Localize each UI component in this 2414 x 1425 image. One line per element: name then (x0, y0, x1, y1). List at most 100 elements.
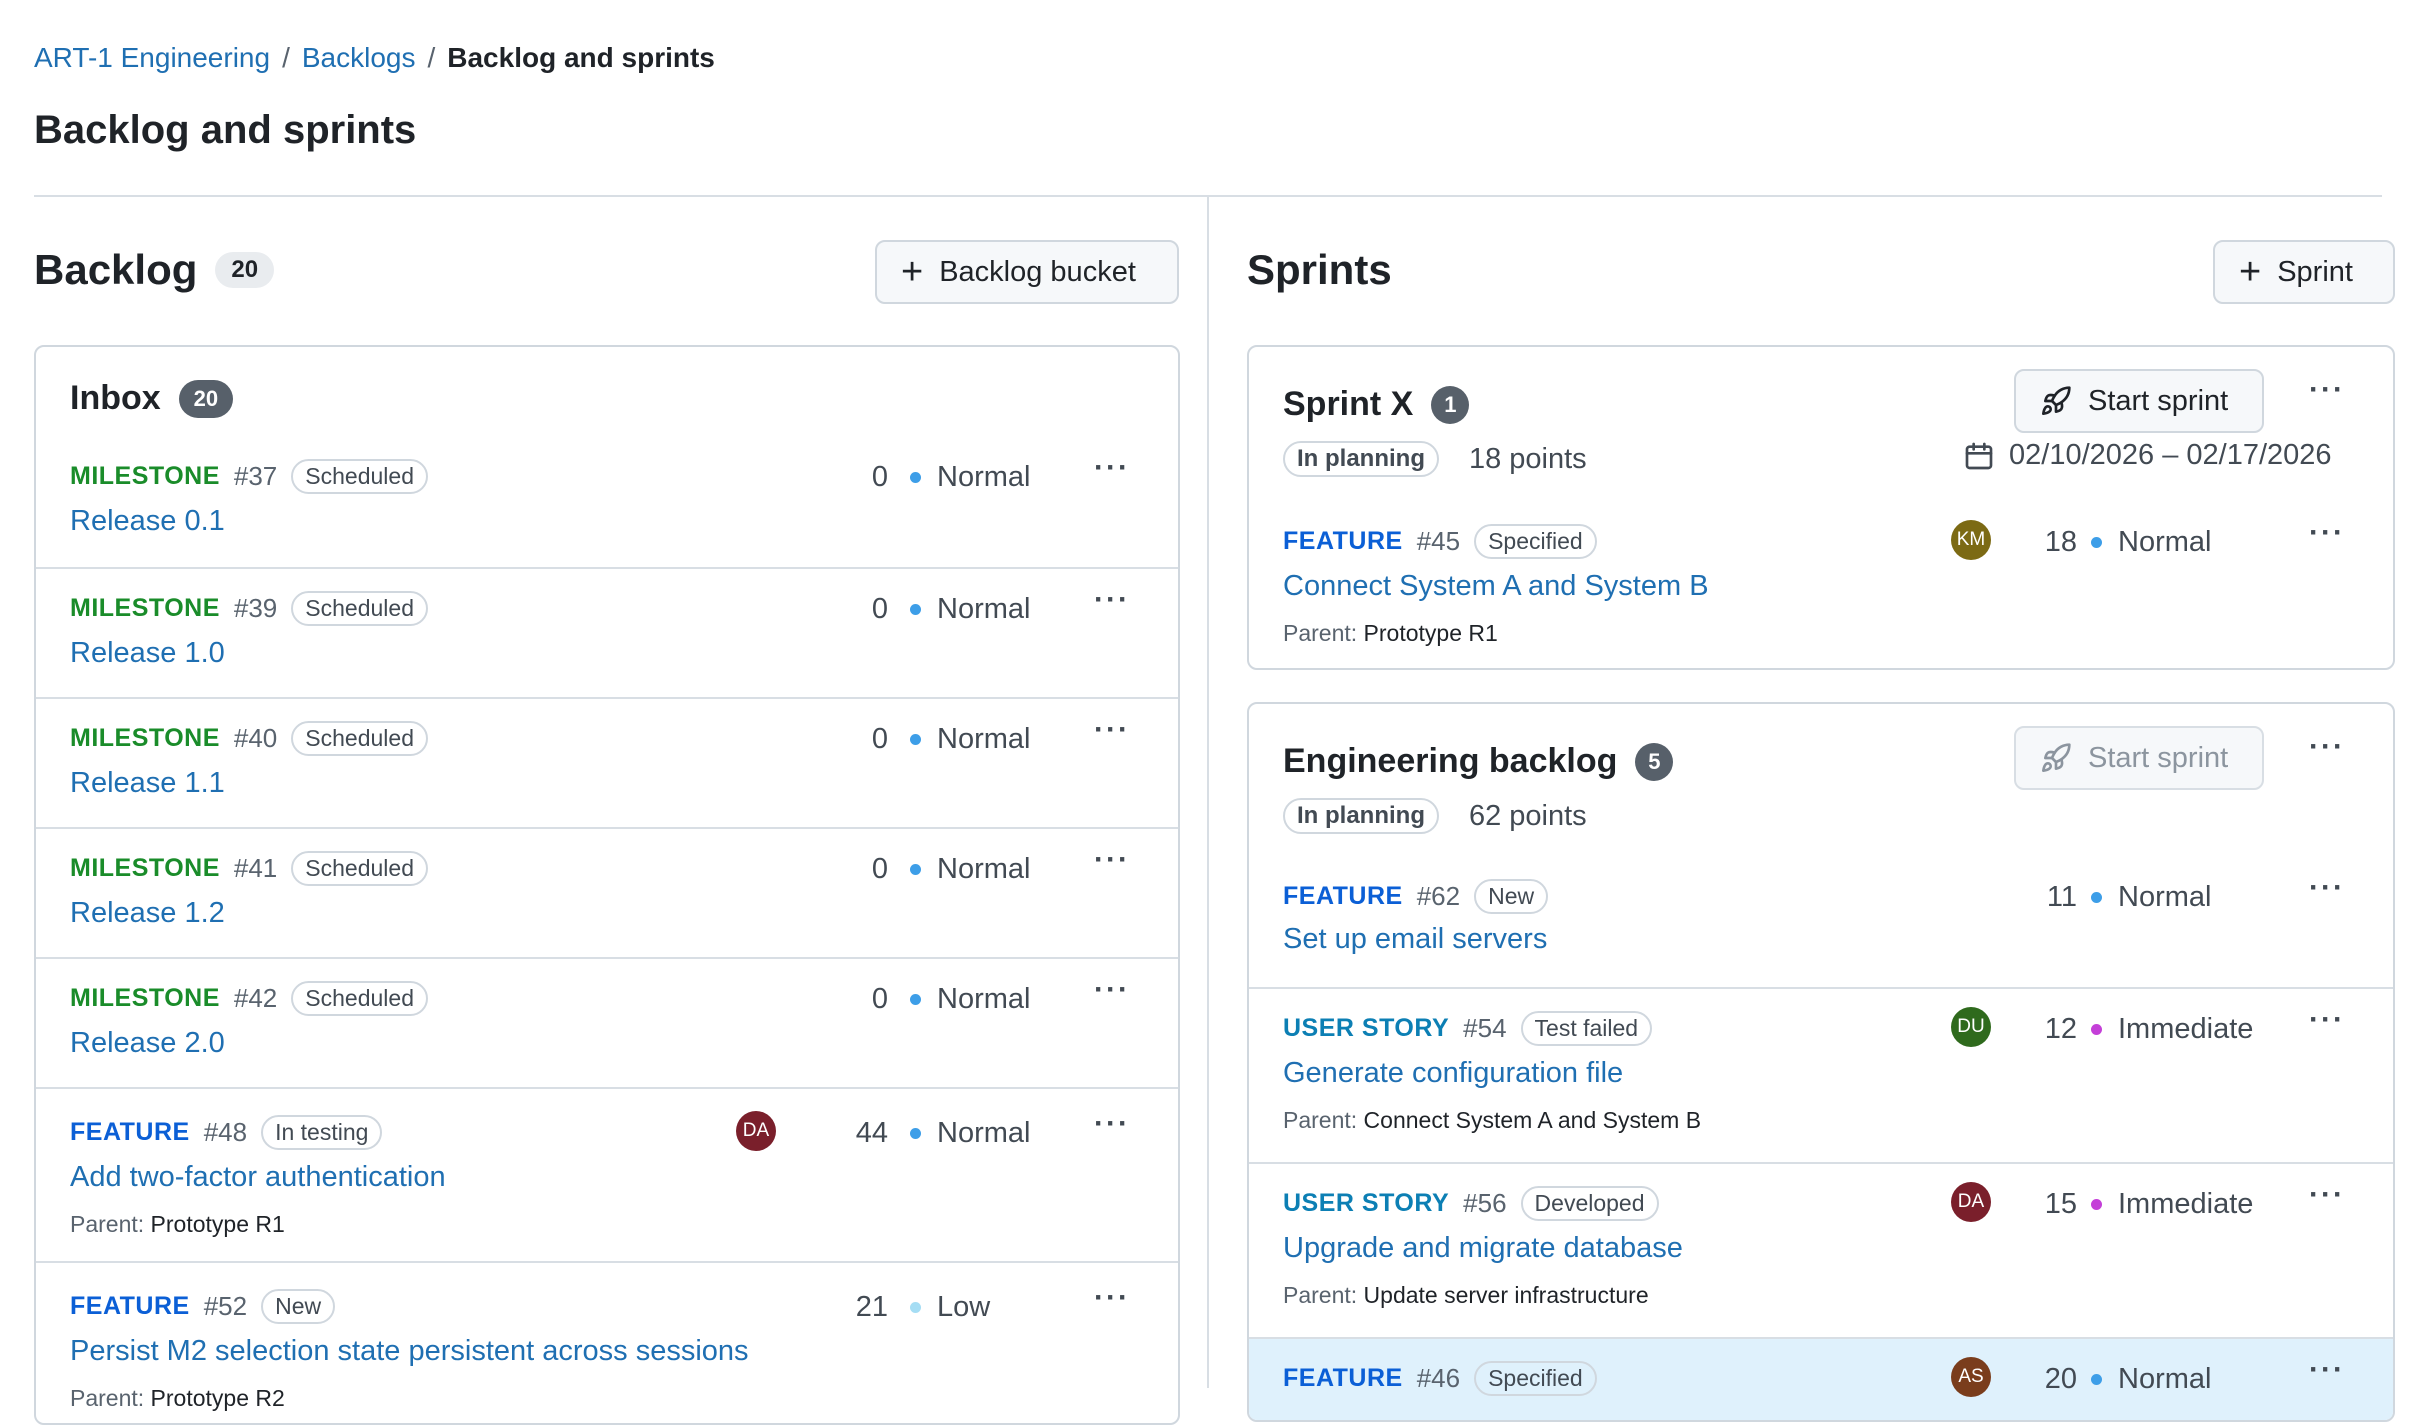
kebab-icon[interactable]: ··· (2309, 1003, 2345, 1037)
sprint-item-row[interactable]: USER STORY #54 Test failed Generate conf… (1249, 987, 2393, 1162)
parent-reference: Parent: Update server infrastructure (1283, 1282, 1649, 1309)
parent-name[interactable]: Prototype R1 (1364, 620, 1498, 646)
status-badge[interactable]: Scheduled (291, 459, 428, 494)
kebab-icon[interactable]: ··· (1094, 1107, 1130, 1141)
status-badge[interactable]: Specified (1474, 524, 1597, 559)
status-badge[interactable]: New (261, 1289, 336, 1324)
priority-label: Immediate (2118, 1188, 2254, 1220)
sprint-name: Sprint X (1283, 385, 1414, 423)
item-title-link[interactable]: Release 0.1 (70, 505, 225, 538)
rocket-icon (2042, 386, 2071, 415)
type-label: FEATURE (70, 1292, 190, 1320)
kebab-icon[interactable]: ··· (2309, 871, 2345, 905)
kebab-icon[interactable]: ··· (1094, 973, 1130, 1007)
item-title-link[interactable]: Upgrade and migrate database (1283, 1232, 1683, 1265)
kebab-icon[interactable]: ··· (1094, 583, 1130, 617)
priority-dot (2091, 537, 2102, 548)
status-badge[interactable]: Specified (1474, 1361, 1597, 1396)
item-title-link[interactable]: Persist M2 selection state persistent ac… (70, 1335, 749, 1368)
kebab-icon[interactable]: ··· (1094, 1281, 1130, 1315)
priority-label: Normal (2118, 1363, 2212, 1395)
sprint-item-row[interactable]: USER STORY #56 Developed Upgrade and mig… (1249, 1162, 2393, 1337)
sprint-points: 62 points (1468, 799, 1587, 832)
work-item-meta: MILESTONE #39 Scheduled (70, 591, 428, 626)
backlog-row[interactable]: MILESTONE #40 Scheduled Release 1.1 0 No… (36, 697, 1178, 827)
backlog-row[interactable]: FEATURE #48 In testing Add two-factor au… (36, 1087, 1178, 1261)
add-backlog-bucket-button[interactable]: + Backlog bucket (875, 240, 1179, 304)
add-sprint-button[interactable]: + Sprint (2213, 240, 2395, 304)
priority: Normal (910, 593, 1030, 626)
kebab-icon[interactable]: ··· (1094, 843, 1130, 877)
item-number: #45 (1416, 526, 1461, 556)
sprint-count-badge: 5 (1635, 742, 1674, 781)
status-badge[interactable]: In testing (261, 1115, 383, 1150)
item-title-link[interactable]: Release 2.0 (70, 1027, 225, 1060)
status-badge[interactable]: Developed (1520, 1186, 1659, 1221)
backlog-row[interactable]: MILESTONE #39 Scheduled Release 1.0 0 No… (36, 567, 1178, 697)
sprint-dates: 02/10/2026 – 02/17/2026 (2009, 439, 2332, 471)
start-sprint-button[interactable]: Start sprint (2014, 369, 2264, 433)
calendar-icon (1965, 442, 1993, 469)
kebab-icon[interactable]: ··· (2309, 1178, 2345, 1212)
parent-label: Parent: (70, 1385, 145, 1411)
item-title-link[interactable]: Release 1.1 (70, 767, 225, 800)
breadcrumb-link-backlogs[interactable]: Backlogs (302, 42, 416, 74)
avatar[interactable]: DA (1951, 1182, 1991, 1222)
sprint-panel: Sprint X 1 In planning 18 points Start s… (1247, 345, 2395, 670)
backlog-row[interactable]: MILESTONE #37 Scheduled Release 0.1 0 No… (36, 437, 1178, 567)
type-label: USER STORY (1283, 1014, 1450, 1042)
status-badge[interactable]: Test failed (1520, 1011, 1653, 1046)
parent-name[interactable]: Prototype R2 (151, 1385, 285, 1411)
parent-reference: Parent: Prototype R1 (70, 1211, 285, 1238)
work-item-meta: USER STORY #56 Developed (1283, 1186, 1659, 1221)
priority-dot (2091, 892, 2102, 903)
backlog-title: Backlog (34, 246, 198, 293)
parent-reference: Parent: Prototype R1 (1283, 620, 1498, 647)
item-number: #56 (1463, 1188, 1507, 1218)
sprints-heading: Sprints (1247, 246, 1392, 294)
priority-label: Immediate (2118, 1013, 2254, 1045)
kebab-icon[interactable]: ··· (2309, 373, 2345, 407)
status-badge[interactable]: Scheduled (291, 981, 428, 1016)
status-badge[interactable]: New (1474, 879, 1549, 914)
item-title-link[interactable]: Set up email servers (1283, 923, 1547, 956)
parent-name[interactable]: Prototype R1 (151, 1211, 285, 1237)
kebab-icon[interactable]: ··· (1094, 713, 1130, 747)
parent-name[interactable]: Update server infrastructure (1364, 1282, 1649, 1308)
priority-dot (910, 1302, 921, 1313)
status-badge[interactable]: Scheduled (291, 851, 428, 886)
kebab-icon[interactable]: ··· (1094, 451, 1130, 485)
avatar[interactable]: DU (1951, 1007, 1991, 1047)
avatar[interactable]: KM (1951, 520, 1991, 560)
start-sprint-button[interactable]: Start sprint (2014, 726, 2264, 790)
avatar[interactable]: AS (1951, 1357, 1991, 1397)
item-title-link[interactable]: Connect System A and System B (1283, 570, 1709, 603)
sprint-item-row[interactable]: FEATURE #45 Specified Connect System A a… (1249, 502, 2393, 668)
breadcrumb-link-art[interactable]: ART-1 Engineering (34, 42, 270, 74)
sprint-item-row[interactable]: FEATURE #46 Specified AS 20 Normal ··· (1249, 1337, 2393, 1420)
item-title-link[interactable]: Release 1.0 (70, 637, 225, 670)
backlog-row[interactable]: MILESTONE #41 Scheduled Release 1.2 0 No… (36, 827, 1178, 957)
sprint-state-badge: In planning (1283, 798, 1439, 834)
priority-label: Normal (2118, 881, 2212, 913)
item-title-link[interactable]: Release 1.2 (70, 897, 225, 930)
parent-label: Parent: (1283, 620, 1358, 646)
priority-dot (910, 472, 921, 483)
kebab-icon[interactable]: ··· (2309, 1353, 2345, 1387)
item-title-link[interactable]: Add two-factor authentication (70, 1161, 446, 1194)
item-number: #48 (203, 1117, 248, 1147)
kebab-icon[interactable]: ··· (2309, 516, 2345, 550)
story-points: 11 (2046, 881, 2077, 913)
backlog-row[interactable]: FEATURE #52 New Persist M2 selection sta… (36, 1261, 1178, 1423)
kebab-icon[interactable]: ··· (2309, 730, 2345, 764)
work-item-meta: FEATURE #52 New (70, 1289, 336, 1324)
backlog-row[interactable]: MILESTONE #42 Scheduled Release 2.0 0 No… (36, 957, 1178, 1087)
avatar[interactable]: DA (736, 1111, 776, 1151)
status-badge[interactable]: Scheduled (291, 721, 428, 756)
sprint-item-row[interactable]: FEATURE #62 New Set up email servers 11 … (1249, 859, 2393, 987)
item-title-link[interactable]: Generate configuration file (1283, 1057, 1623, 1090)
status-badge[interactable]: Scheduled (291, 591, 428, 626)
parent-name[interactable]: Connect System A and System B (1364, 1107, 1702, 1133)
story-points: 20 (2044, 1363, 2077, 1395)
work-item-meta: MILESTONE #40 Scheduled (70, 721, 428, 756)
